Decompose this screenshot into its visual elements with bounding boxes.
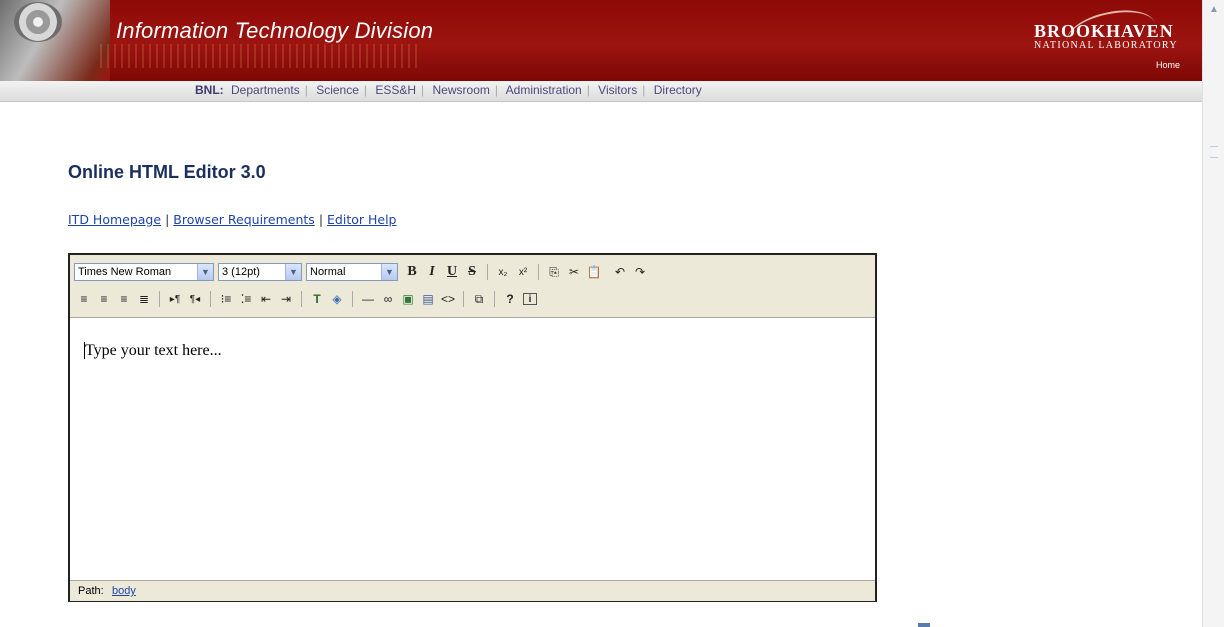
unordered-list-icon[interactable]: ⁚≡ (236, 290, 256, 308)
link-icon[interactable]: ∞ (378, 290, 398, 308)
browser-requirements-link[interactable]: Browser Requirements (173, 212, 315, 227)
site-banner: Information Technology Division BROOKHAV… (0, 0, 1202, 81)
home-link[interactable]: Home (1156, 60, 1180, 70)
nav-science[interactable]: Science (316, 83, 359, 97)
help-icon[interactable]: ? (500, 290, 520, 308)
nav-prefix: BNL: (195, 83, 224, 97)
toolbar-divider (352, 291, 353, 307)
outdent-icon[interactable]: ⇤ (256, 290, 276, 308)
size-value: 3 (12pt) (222, 266, 260, 278)
itd-homepage-link[interactable]: ITD Homepage (68, 212, 161, 227)
format-value: Normal (310, 266, 346, 278)
division-title: Information Technology Division (116, 18, 434, 43)
toolbar-divider (494, 291, 495, 307)
font-select[interactable]: Times New Roman ▼ (74, 263, 214, 281)
info-icon[interactable]: i (520, 290, 540, 308)
align-left-icon[interactable]: ≡ (74, 290, 94, 308)
maximize-icon[interactable]: ⧉ (469, 290, 489, 308)
chevron-down-icon: ▼ (381, 264, 397, 280)
logo-swoosh (1062, 3, 1160, 63)
copy-icon[interactable]: ⎘ (544, 263, 564, 281)
image-icon[interactable]: ▣ (398, 290, 418, 308)
nav-departments[interactable]: Departments (231, 83, 300, 97)
hard-disk-artwork (0, 0, 110, 81)
size-select[interactable]: 3 (12pt) ▼ (218, 263, 302, 281)
chevron-down-icon: ▼ (197, 264, 213, 280)
font-value: Times New Roman (78, 266, 172, 278)
toolbar-divider (210, 291, 211, 307)
toolbar-divider (463, 291, 464, 307)
cut-icon[interactable]: ✂ (564, 263, 584, 281)
page-scrollbar[interactable]: ▲ (1202, 0, 1224, 627)
banner-decoration (100, 44, 420, 68)
align-center-icon[interactable]: ≡ (94, 290, 114, 308)
path-label: Path: (78, 585, 104, 597)
scroll-grip[interactable] (1210, 146, 1218, 158)
editor-content-area[interactable]: Type your text here... (70, 318, 875, 580)
italic-button[interactable]: I (422, 263, 442, 281)
editor-content: Type your text here... (85, 342, 222, 359)
table-icon[interactable]: ▤ (418, 290, 438, 308)
underline-button[interactable]: U (442, 263, 462, 281)
html-editor: Times New Roman ▼ 3 (12pt) ▼ Normal ▼ B … (68, 253, 877, 602)
nav-visitors[interactable]: Visitors (598, 83, 637, 97)
html-source-icon[interactable]: <> (438, 290, 458, 308)
indent-icon[interactable]: ⇥ (276, 290, 296, 308)
scroll-up-arrow-icon[interactable]: ▲ (1205, 2, 1223, 18)
ltr-direction-icon[interactable]: ▸¶ (165, 290, 185, 308)
format-select[interactable]: Normal ▼ (306, 263, 398, 281)
rtl-direction-icon[interactable]: ¶◂ (185, 290, 205, 308)
toolbar-divider (301, 291, 302, 307)
bnl-nav-bar: BNL: Departments | Science | ESS&H | Newsro… (0, 81, 1202, 102)
text-color-icon[interactable]: T (307, 290, 327, 308)
page-title: Online HTML Editor 3.0 (68, 162, 266, 182)
page-links: ITD Homepage | Browser Requirements | Editor… (68, 212, 397, 227)
align-justify-icon[interactable]: ≣ (134, 290, 154, 308)
ordered-list-icon[interactable]: ⁝≡ (216, 290, 236, 308)
nav-essh[interactable]: ESS&H (375, 83, 416, 97)
undo-icon[interactable]: ↶ (610, 263, 630, 281)
redo-icon[interactable]: ↷ (630, 263, 650, 281)
disk-icon (14, 2, 62, 42)
bottom-mark (918, 623, 930, 627)
subscript-button[interactable]: x₂ (493, 263, 513, 281)
bold-button[interactable]: B (402, 263, 422, 281)
brookhaven-logo[interactable]: BROOKHAVEN NATIONAL LABORATORY (1034, 3, 1194, 63)
nav-administration[interactable]: Administration (506, 83, 582, 97)
nav-newsroom[interactable]: Newsroom (433, 83, 490, 97)
editor-help-link[interactable]: Editor Help (327, 212, 396, 227)
toolbar-divider (538, 264, 539, 280)
superscript-button[interactable]: x² (513, 263, 533, 281)
horizontal-rule-icon[interactable]: — (358, 290, 378, 308)
toolbar-divider (487, 264, 488, 280)
editor-status-bar: Path: body (70, 580, 875, 601)
nav-directory[interactable]: Directory (654, 83, 702, 97)
background-color-icon[interactable]: ◈ (327, 290, 347, 308)
strikethrough-button[interactable]: S (462, 263, 482, 281)
paste-icon[interactable]: 📋 (584, 263, 604, 281)
editor-toolbar: Times New Roman ▼ 3 (12pt) ▼ Normal ▼ B … (70, 255, 875, 318)
path-body-link[interactable]: body (112, 585, 136, 597)
info-box: i (523, 293, 537, 305)
align-right-icon[interactable]: ≡ (114, 290, 134, 308)
chevron-down-icon: ▼ (285, 264, 301, 280)
toolbar-divider (159, 291, 160, 307)
